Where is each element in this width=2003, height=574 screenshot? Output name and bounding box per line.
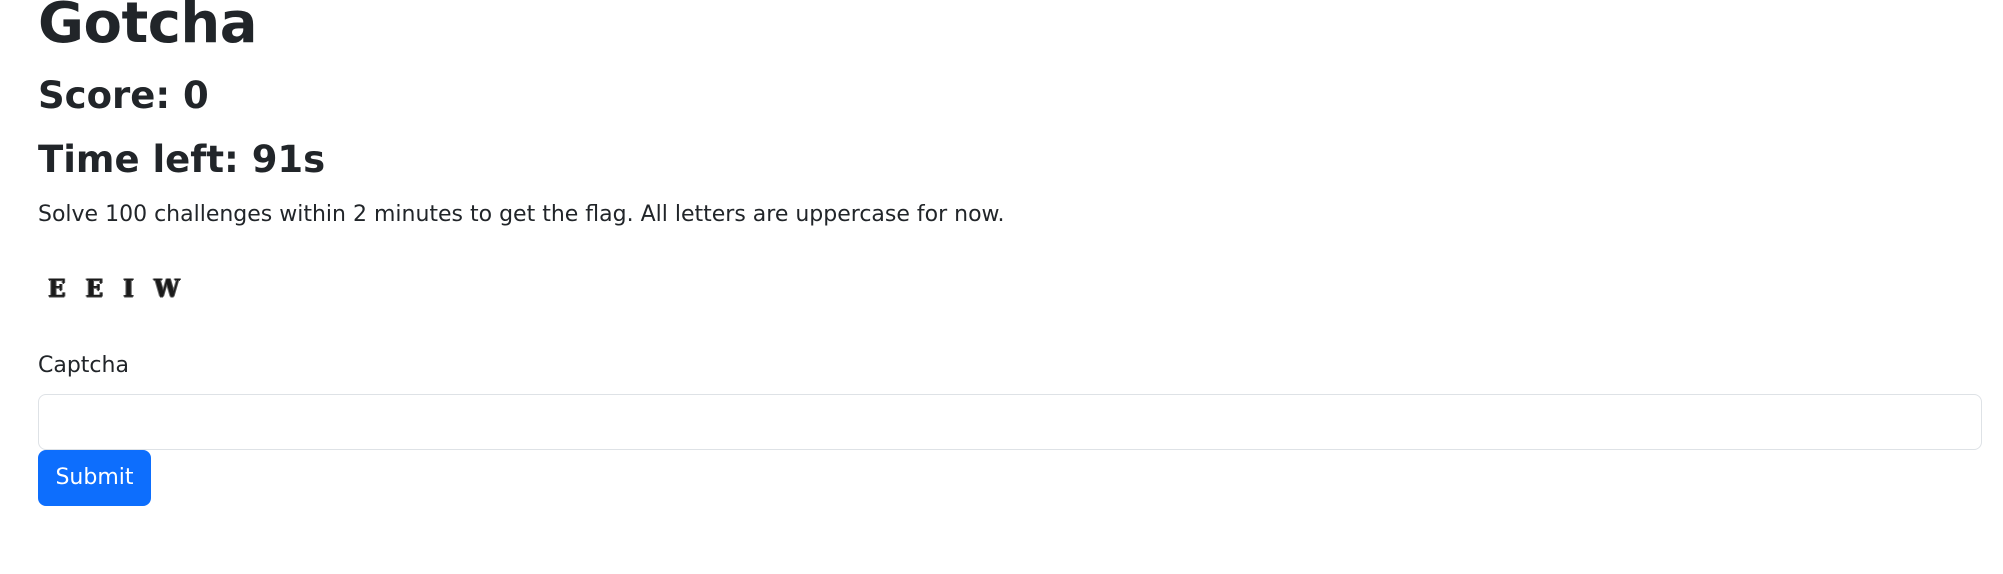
page-title: Gotcha [38,0,258,56]
captcha-char: I [123,273,134,303]
captcha-label: Captcha [38,353,129,378]
page: Gotcha Score: 0 Time left: 91s Solve 100… [0,0,2003,574]
captcha-input[interactable] [38,394,1982,450]
score-display: Score: 0 [38,74,209,117]
time-left-display: Time left: 91s [38,138,326,181]
captcha-char: E [85,273,104,303]
instructions-text: Solve 100 challenges within 2 minutes to… [38,202,1005,227]
captcha-char: W [153,273,180,303]
submit-button[interactable]: Submit [38,450,151,506]
captcha-char: E [48,273,66,303]
captcha-image: E E I W [48,268,180,308]
